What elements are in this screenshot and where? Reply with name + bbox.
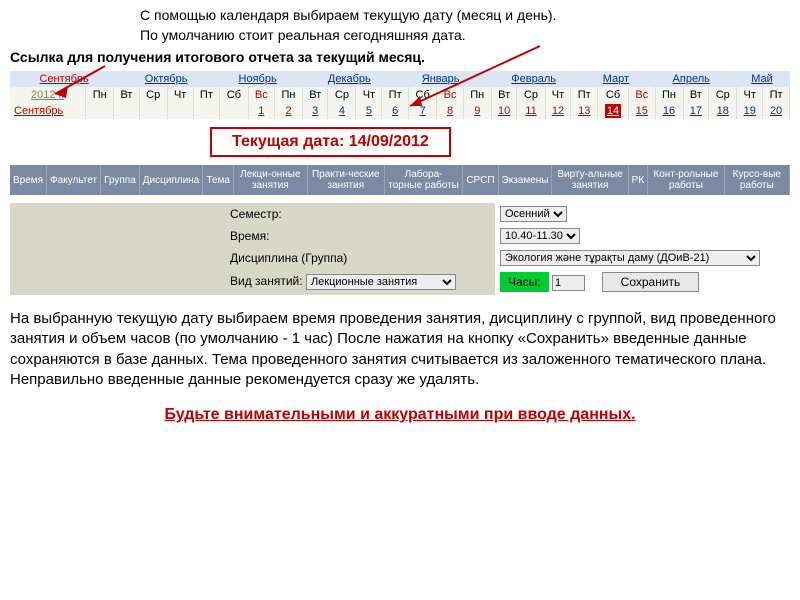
weekday-label: Ср <box>328 87 356 103</box>
weekday-label: Чт <box>356 87 382 103</box>
warning-text: Будьте внимательными и аккуратными при в… <box>10 406 790 424</box>
month-link[interactable]: Март <box>603 73 629 85</box>
weekday-label: Пт <box>382 87 409 103</box>
semester-select[interactable]: Осенний <box>500 206 567 222</box>
day-link[interactable]: 6 <box>392 105 398 117</box>
hours-label: Часы: <box>500 272 549 292</box>
weekday-label: Вт <box>491 87 517 103</box>
day-link[interactable]: 16 <box>663 105 675 117</box>
weekday-label: Ср <box>139 87 167 103</box>
day-link[interactable]: 11 <box>525 105 536 117</box>
month-link[interactable]: Февраль <box>511 73 556 85</box>
year-label[interactable]: 2012 г. <box>10 87 86 103</box>
column-header: Лабора-торные работы <box>384 165 462 195</box>
hours-input[interactable] <box>552 275 585 291</box>
day-link[interactable]: 1 <box>258 105 264 117</box>
weekday-label: Чт <box>545 87 571 103</box>
month-link[interactable]: Январь <box>422 73 460 85</box>
column-headers: ВремяФакультетГруппаДисциплинаТемаЛекци-… <box>10 165 790 195</box>
column-header: Факультет <box>47 165 101 195</box>
body-text: На выбранную текущую дату выбираем время… <box>10 309 790 390</box>
weekday-label: Вс <box>437 87 463 103</box>
weekday-label: Сб <box>220 87 248 103</box>
day-link[interactable]: 7 <box>420 105 426 117</box>
day-link[interactable]: 14 <box>605 104 621 118</box>
weekday-label: Пн <box>275 87 303 103</box>
column-header: Курсо-вые работы <box>724 165 789 195</box>
month-link[interactable]: Сентябрь <box>39 73 88 85</box>
intro-line2: По умолчанию стоит реальная сегодняшняя … <box>140 26 790 46</box>
weekday-label: Ср <box>517 87 545 103</box>
time-select[interactable]: 10.40-11.30 <box>500 228 580 244</box>
weekday-label: Чт <box>167 87 193 103</box>
month-label[interactable]: Сентябрь <box>10 103 86 119</box>
column-header: Время <box>10 165 47 195</box>
month-link[interactable]: Декабрь <box>328 73 371 85</box>
day-link[interactable]: 18 <box>717 105 729 117</box>
weekday-label: Вт <box>303 87 328 103</box>
weekday-label: Вт <box>683 87 709 103</box>
weekday-label: Вт <box>114 87 139 103</box>
column-header: Практи-ческие занятия <box>307 165 384 195</box>
day-link[interactable]: 5 <box>366 105 372 117</box>
time-label: Время: <box>10 225 495 247</box>
day-link[interactable]: 4 <box>339 105 345 117</box>
months-row: Сентябрь Октябрь Ноябрь Декабрь Январь Феврал… <box>10 71 790 87</box>
day-link[interactable]: 12 <box>552 105 564 117</box>
weekday-label: Ср <box>709 87 737 103</box>
weekday-label: Пт <box>193 87 220 103</box>
current-date-box: Текущая дата: 14/09/2012 <box>210 127 451 157</box>
day-link[interactable]: 2 <box>285 105 291 117</box>
month-link[interactable]: Ноябрь <box>239 73 277 85</box>
calendar: 2012 г.ПнВтСрЧтПтСбВсПнВтСрЧтПтСбВсПнВтС… <box>10 87 790 119</box>
column-header: Дисциплина <box>139 165 203 195</box>
month-link[interactable]: Апрель <box>673 73 710 85</box>
weekday-label: Вс <box>629 87 655 103</box>
column-header: СРСП <box>463 165 498 195</box>
intro-line1: С помощью календаря выбираем текущую дат… <box>140 6 790 26</box>
day-link[interactable]: 9 <box>474 105 480 117</box>
weekday-label: Пт <box>763 87 790 103</box>
type-label: Вид занятий: <box>230 274 303 288</box>
day-link[interactable]: 10 <box>498 105 510 117</box>
day-link[interactable]: 17 <box>690 105 702 117</box>
day-link[interactable]: 3 <box>312 105 318 117</box>
entry-form: Семестр: Осенний Время: 10.40-11.30 Дисц… <box>10 203 790 295</box>
column-header: Вирту-альные занятия <box>552 165 628 195</box>
month-link[interactable]: Октябрь <box>145 73 188 85</box>
column-header: Тема <box>203 165 234 195</box>
weekday-label: Сб <box>598 87 629 103</box>
discipline-label: Дисциплина (Группа) <box>10 247 495 269</box>
type-select[interactable]: Лекционные занятия <box>306 274 456 290</box>
day-link[interactable]: 20 <box>770 105 782 117</box>
column-header: Экзамены <box>498 165 552 195</box>
day-link[interactable]: 15 <box>636 105 648 117</box>
column-header: Группа <box>101 165 140 195</box>
weekday-label: Пт <box>571 87 598 103</box>
weekday-label: Пн <box>463 87 491 103</box>
discipline-select[interactable]: Экология және тұрақты даму (ДОиВ-21) <box>500 250 760 266</box>
subtitle: Ссылка для получения итогового отчета за… <box>10 49 790 65</box>
day-link[interactable]: 13 <box>578 105 590 117</box>
day-link[interactable]: 8 <box>447 105 453 117</box>
column-header: Лекци-онные занятия <box>233 165 307 195</box>
save-button[interactable]: Сохранить <box>602 272 700 292</box>
column-header: РК <box>628 165 648 195</box>
weekday-label: Пн <box>655 87 683 103</box>
day-link[interactable]: 19 <box>744 105 756 117</box>
month-link[interactable]: Май <box>751 73 773 85</box>
weekday-label: Пн <box>86 87 114 103</box>
weekday-label: Чт <box>737 87 763 103</box>
column-header: Конт-рольные работы <box>648 165 725 195</box>
weekday-label: Сб <box>408 87 436 103</box>
weekday-label: Вс <box>248 87 274 103</box>
semester-label: Семестр: <box>10 203 495 225</box>
